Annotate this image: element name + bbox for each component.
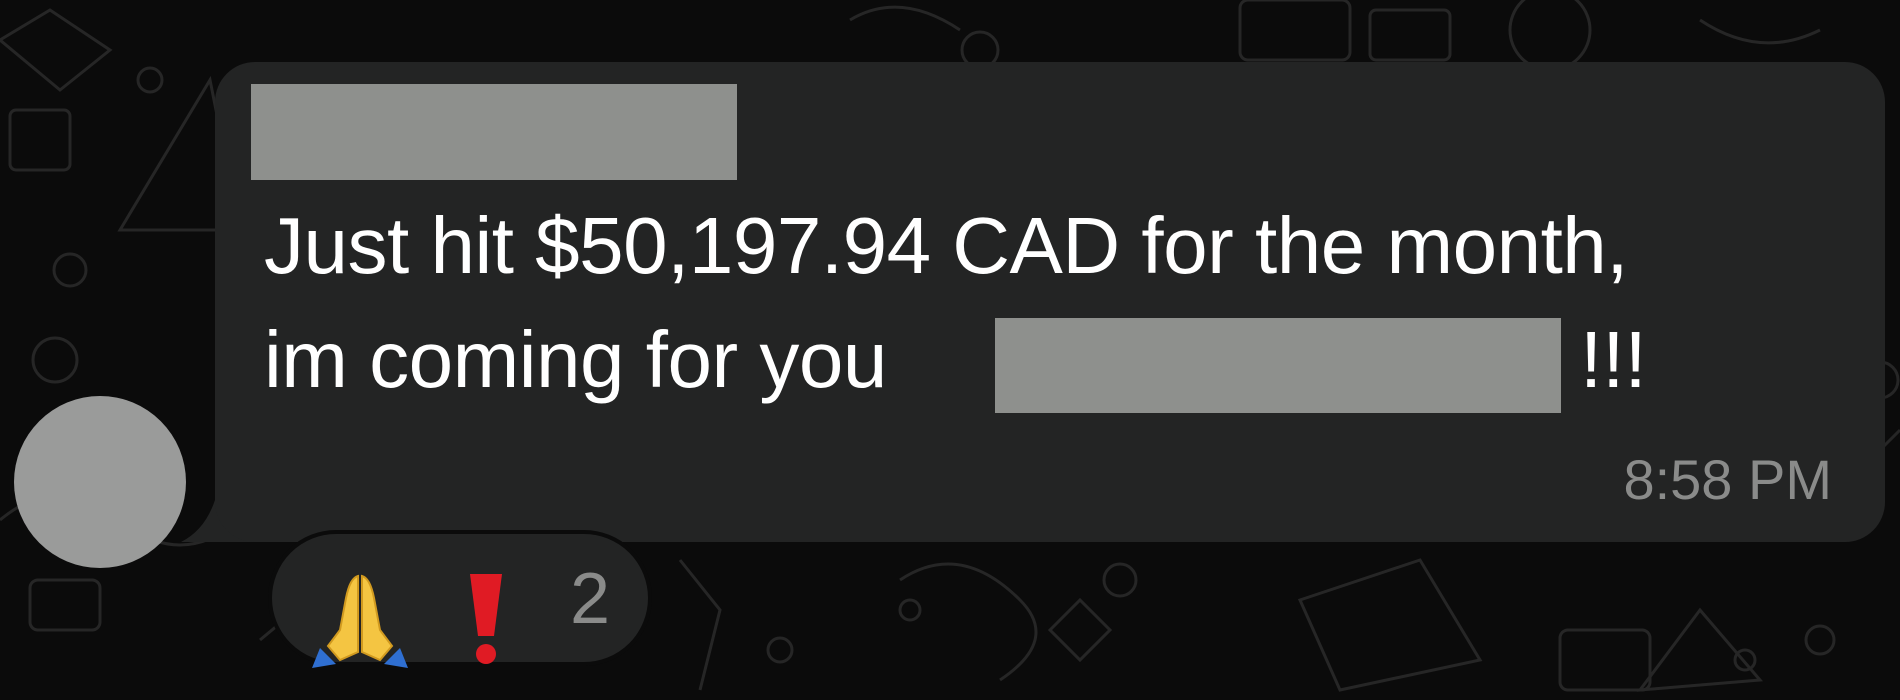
mention-redacted — [995, 318, 1561, 413]
sender-name-redacted — [251, 84, 737, 180]
folded-hands-icon — [310, 568, 410, 673]
reactions-pill[interactable]: 2 — [268, 530, 652, 668]
exclamation-icon — [462, 568, 510, 673]
sender-avatar[interactable] — [14, 396, 186, 568]
message-emphasis: !!! — [1580, 315, 1647, 404]
message-text-line-1: Just hit $50,197.94 CAD for the month, — [264, 201, 1629, 290]
reaction-count: 2 — [570, 559, 611, 639]
message-timestamp: 8:58 PM — [1623, 448, 1832, 511]
message-text-line-2: im coming for you — [264, 315, 887, 404]
